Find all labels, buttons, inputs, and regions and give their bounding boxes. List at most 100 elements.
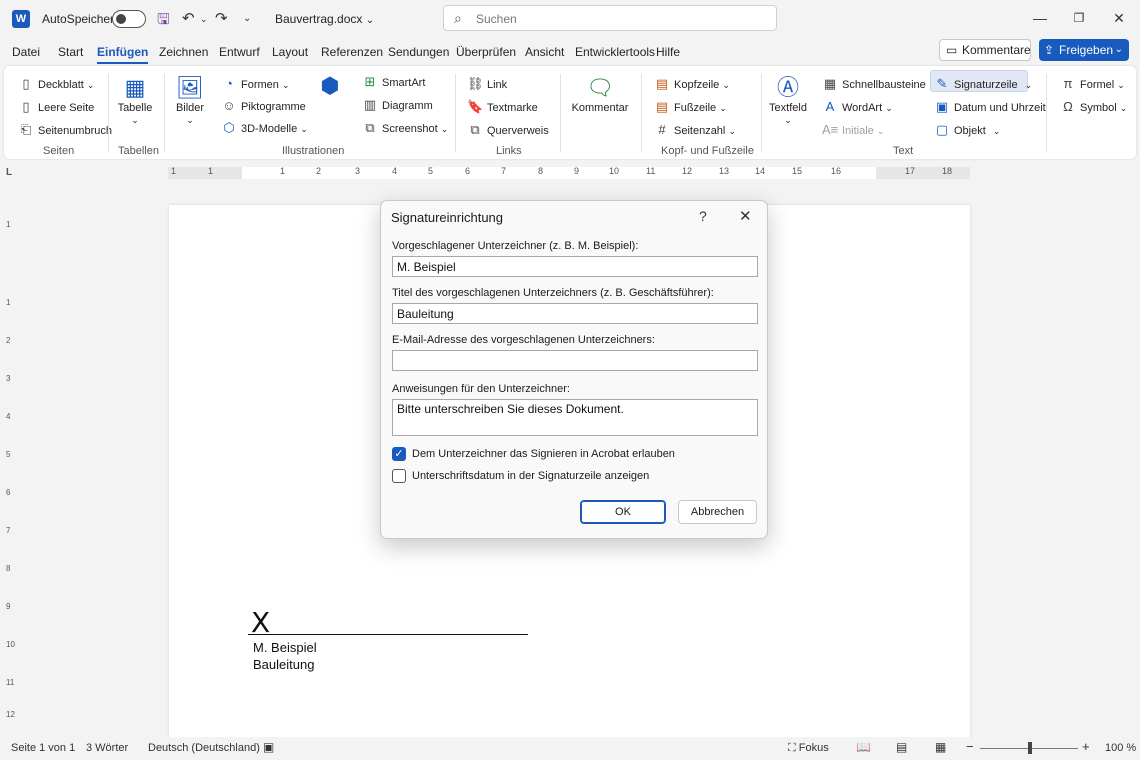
signature-line[interactable] xyxy=(248,634,528,635)
search-input[interactable] xyxy=(476,10,766,27)
word-count[interactable]: 3 Wörter xyxy=(86,742,128,754)
signer-title-input[interactable] xyxy=(392,303,758,324)
read-mode-icon[interactable]: 📖 xyxy=(856,740,871,754)
zoom-level[interactable]: 100 % xyxy=(1105,742,1136,754)
page-count[interactable]: Seite 1 von 1 xyxy=(11,742,75,754)
leere-seite-button[interactable]: ▯ Leere Seite xyxy=(18,99,94,115)
querverweis-button[interactable]: ⧉ Querverweis xyxy=(467,122,548,138)
piktogramme-button[interactable]: ☺ Piktogramme xyxy=(221,98,305,113)
signaturzeile-button[interactable]: ✎ Signaturzeile ⌄ xyxy=(934,76,1033,92)
zoom-out-icon[interactable]: − xyxy=(966,739,974,754)
tab-layout[interactable]: Layout xyxy=(272,45,308,59)
kopfzeile-button[interactable]: ▤ Kopfzeile ⌄ xyxy=(654,76,730,92)
symbol-icon: Ω xyxy=(1063,99,1073,114)
ok-button[interactable]: OK xyxy=(580,500,666,524)
new-comment-icon: 🗨 xyxy=(586,75,614,100)
vruler-number: 10 xyxy=(6,640,15,649)
cancel-button[interactable]: Abbrechen xyxy=(678,500,757,524)
separator xyxy=(560,74,561,152)
share-button[interactable]: ⇪ Freigeben ⌄ xyxy=(1039,39,1129,61)
screenshot-button[interactable]: ⧉ Screenshot ⌄ xyxy=(362,120,448,136)
ruler-number: 17 xyxy=(905,166,916,176)
vruler-number: 5 xyxy=(6,450,11,459)
signer-input[interactable] xyxy=(392,256,758,277)
tab-start[interactable]: Start xyxy=(58,45,83,59)
tab-datei[interactable]: Datei xyxy=(12,45,40,59)
kommentar-button[interactable]: 🗨 Kommentar xyxy=(570,74,630,114)
help-icon[interactable]: ? xyxy=(699,208,707,224)
focus-icon: ⛶ xyxy=(788,742,796,754)
formen-button[interactable]: ◔ Formen ⌄ xyxy=(221,76,289,91)
ruler-number: 1 xyxy=(171,166,177,176)
focus-button[interactable]: ⛶ Fokus xyxy=(788,742,829,755)
search-icon: ⌕ xyxy=(454,10,462,26)
language-indicator[interactable]: Deutsch (Deutschland) xyxy=(148,742,260,754)
tab-zeichnen[interactable]: Zeichnen xyxy=(159,45,208,59)
restore-icon[interactable]: ❐ xyxy=(1064,6,1094,30)
customize-toolbar-icon[interactable]: ⌄ xyxy=(243,13,251,24)
instructions-textarea[interactable] xyxy=(392,399,758,436)
signer-title-label: Titel des vorgeschlagenen Unterzeichners… xyxy=(392,287,714,299)
save-icon[interactable]: 🖫 xyxy=(157,9,170,34)
tab-ansicht[interactable]: Ansicht xyxy=(525,45,564,59)
show-date-checkbox-label[interactable]: Unterschriftsdatum in der Signaturzeile … xyxy=(412,470,649,482)
vruler-number: 1 xyxy=(6,298,11,307)
wordart-button[interactable]: A WordArt ⌄ xyxy=(822,99,893,114)
autosave-toggle[interactable] xyxy=(112,10,146,28)
symbol-button[interactable]: Ω Symbol ⌄ xyxy=(1060,99,1127,114)
zoom-slider-thumb[interactable] xyxy=(1028,742,1032,754)
ruler-number: 13 xyxy=(719,166,730,176)
tab-referenzen[interactable]: Referenzen xyxy=(321,45,383,59)
print-layout-icon[interactable]: ▤ xyxy=(896,740,907,754)
acrobat-checkbox-label[interactable]: Dem Unterzeichner das Signieren in Acrob… xyxy=(412,448,675,460)
separator xyxy=(641,74,642,152)
tab-entwicklertools[interactable]: Entwicklertools xyxy=(575,45,655,59)
tab-stop-selector[interactable]: L xyxy=(6,167,12,178)
accessibility-icon[interactable]: ▣ xyxy=(263,740,274,754)
fusszeile-button[interactable]: ▤ Fußzeile ⌄ xyxy=(654,99,727,115)
page-number-icon: # xyxy=(658,122,666,137)
signature-signer-name: M. Beispiel xyxy=(253,640,317,655)
schnellbausteine-button[interactable]: ▦Schnellbausteine ⌄ xyxy=(822,76,937,92)
close-window-icon[interactable]: ✕ xyxy=(1104,6,1134,30)
tab-ueberpruefen[interactable]: Überprüfen xyxy=(456,45,516,59)
3d-modelle-button[interactable]: ⬡ 3D-Modelle ⌄ xyxy=(221,120,308,136)
seitenzahl-button[interactable]: # Seitenzahl ⌄ xyxy=(654,122,736,137)
tab-sendungen[interactable]: Sendungen xyxy=(388,45,449,59)
deckblatt-button[interactable]: ▯ Deckblatt ⌄ xyxy=(18,76,94,92)
3d-cube-button[interactable]: ⬢ xyxy=(316,72,344,100)
tab-einfuegen[interactable]: Einfügen xyxy=(97,45,149,64)
smartart-button[interactable]: ⊞ SmartArt xyxy=(362,74,426,90)
textmarke-button[interactable]: 🔖 Textmarke xyxy=(467,99,538,115)
signature-setup-dialog: Signatureinrichtung ? ✕ Vorgeschlagener … xyxy=(380,200,768,539)
objekt-button[interactable]: ▢ Objekt ⌄ xyxy=(934,122,1001,138)
comments-button[interactable]: ▭ Kommentare xyxy=(939,39,1031,61)
close-icon[interactable]: ✕ xyxy=(739,207,752,225)
link-button[interactable]: ⛓ Link xyxy=(467,76,507,92)
minimize-icon[interactable]: — xyxy=(1025,6,1055,30)
seitenumbruch-button[interactable]: ⎗ Seitenumbruch xyxy=(18,122,112,138)
quick-parts-icon: ▦ xyxy=(823,76,837,91)
undo-icon[interactable]: ↶ xyxy=(182,9,195,27)
search-box[interactable]: ⌕ xyxy=(443,5,777,31)
datum-uhrzeit-button[interactable]: ▣ Datum und Uhrzeit xyxy=(934,99,1046,115)
email-input[interactable] xyxy=(392,350,758,371)
tab-hilfe[interactable]: Hilfe xyxy=(656,45,680,59)
bilder-button[interactable]: 🖼 Bilder ⌄ xyxy=(172,74,208,126)
undo-dropdown-icon[interactable]: ⌄ xyxy=(200,14,208,25)
zoom-in-icon[interactable]: + xyxy=(1082,739,1090,754)
formel-button[interactable]: π Formel ⌄ xyxy=(1060,76,1125,91)
tab-entwurf[interactable]: Entwurf xyxy=(219,45,260,59)
show-date-checkbox[interactable] xyxy=(392,469,406,483)
drop-cap-icon: A≡ xyxy=(822,122,839,137)
redo-icon[interactable]: ↷ xyxy=(215,9,228,27)
ribbon: ▯ Deckblatt ⌄ ▯ Leere Seite ⎗ Seitenumbruch… xyxy=(4,66,1136,159)
tabelle-button[interactable]: ▦ Tabelle ⌄ xyxy=(116,74,154,126)
ruler-right-margin xyxy=(876,167,970,179)
group-label-kopf-fusszeile: Kopf- und Fußzeile xyxy=(661,145,754,157)
acrobat-checkbox[interactable]: ✓ xyxy=(392,447,406,461)
document-title[interactable]: Bauvertrag.docx ⌄ xyxy=(275,12,374,26)
diagramm-button[interactable]: ▥ Diagramm xyxy=(362,97,433,113)
textfeld-button[interactable]: Ⓐ Textfeld ⌄ xyxy=(768,74,808,126)
web-layout-icon[interactable]: ▦ xyxy=(935,740,946,754)
